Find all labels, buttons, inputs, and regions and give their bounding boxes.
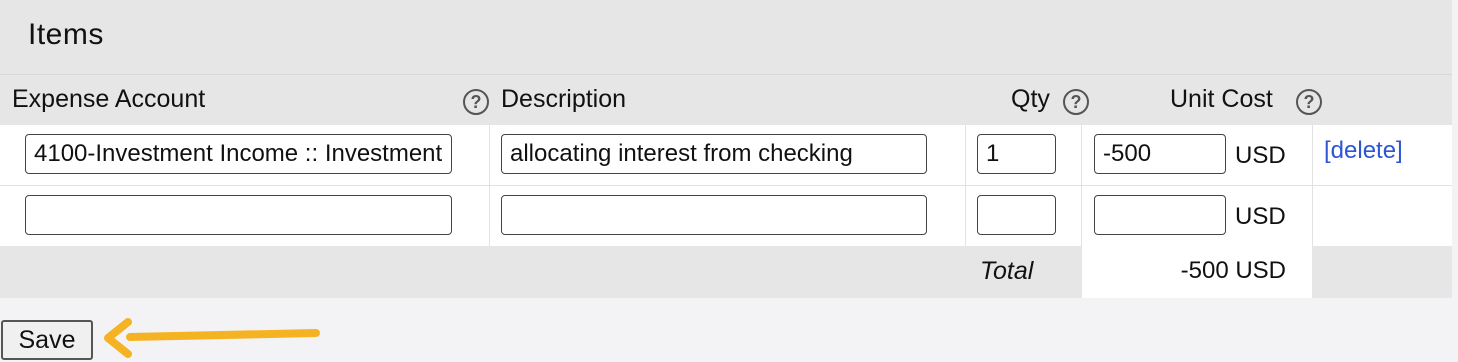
expense-account-input[interactable] (25, 134, 452, 174)
cell-divider (489, 186, 490, 246)
cell-divider (1312, 186, 1313, 246)
cell-divider (1081, 125, 1082, 185)
total-label: Total (980, 257, 1034, 285)
items-panel: Items Expense Account ? Description Qty … (0, 0, 1452, 298)
delete-link[interactable]: [delete] (1324, 137, 1403, 165)
save-button[interactable]: Save (1, 320, 93, 360)
unit-cost-input[interactable] (1094, 195, 1226, 235)
qty-help-icon[interactable]: ? (1063, 89, 1089, 115)
description-input[interactable] (501, 195, 927, 235)
cell-divider (489, 125, 490, 185)
section-title: Items (28, 18, 104, 51)
qty-input[interactable] (977, 195, 1056, 235)
column-header-unit-cost: Unit Cost (1170, 85, 1273, 113)
currency-label: USD (1235, 142, 1286, 169)
cell-divider (965, 125, 966, 185)
unit-cost-help-icon[interactable]: ? (1296, 89, 1322, 115)
expense-account-input[interactable] (25, 195, 452, 235)
column-header-qty: Qty (1011, 85, 1050, 113)
total-value: -500 USD (1180, 257, 1286, 284)
total-cell: -500 USD (1082, 246, 1312, 298)
cell-divider (1312, 125, 1313, 185)
description-input[interactable] (501, 134, 927, 174)
total-row: Total -500 USD (0, 246, 1452, 298)
table-row: USD [delete] (0, 125, 1452, 185)
unit-cost-input[interactable] (1094, 134, 1226, 174)
currency-label: USD (1235, 203, 1286, 230)
qty-input[interactable] (977, 134, 1056, 174)
table-row: USD (0, 186, 1452, 246)
arrow-left-icon (104, 318, 320, 358)
table-header: Expense Account ? Description Qty ? Unit… (0, 74, 1452, 125)
column-header-description: Description (501, 85, 627, 113)
column-header-expense-account: Expense Account (12, 85, 206, 113)
cell-divider (965, 186, 966, 246)
cell-divider (1081, 186, 1082, 246)
expense-account-help-icon[interactable]: ? (463, 89, 489, 115)
